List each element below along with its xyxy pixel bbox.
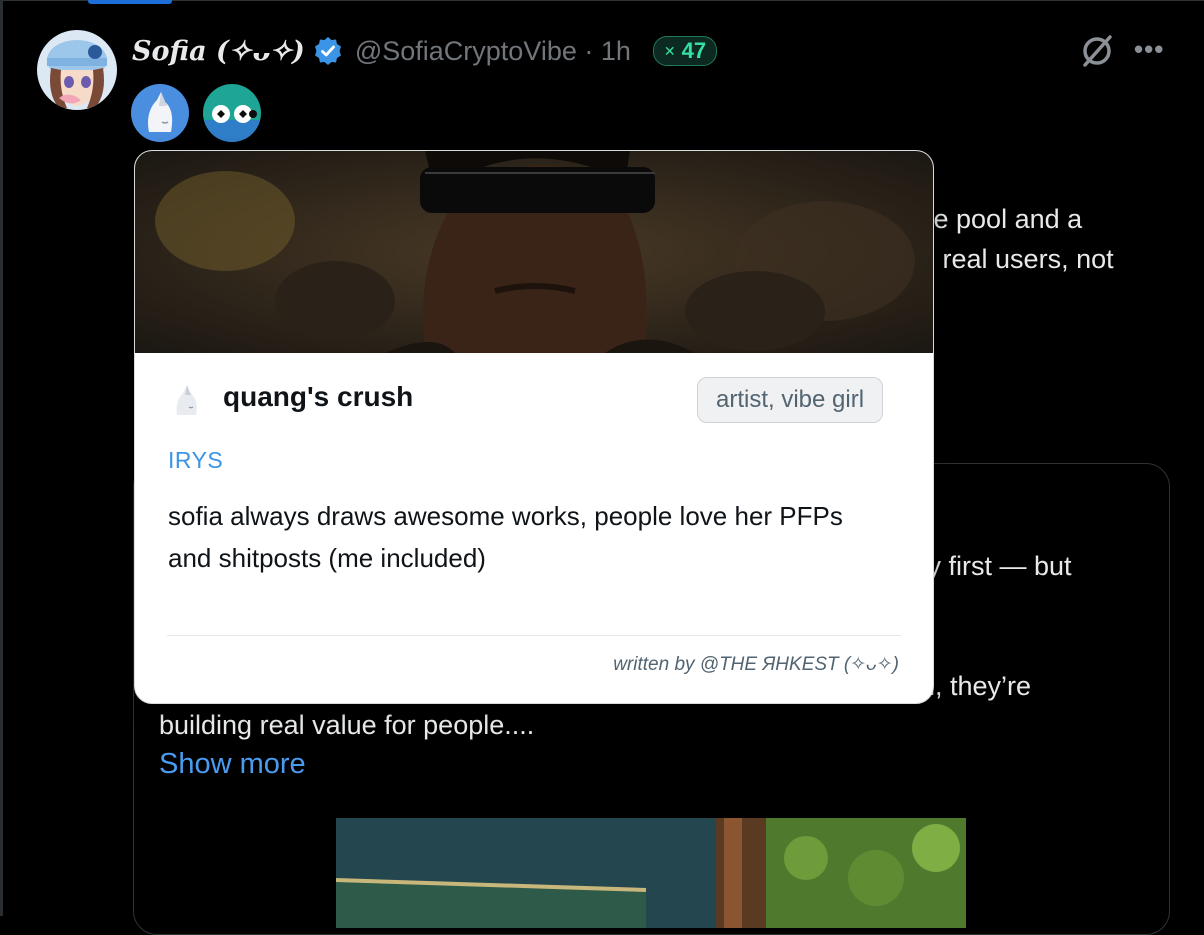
tweet-text-line: d real users, not	[920, 244, 1114, 274]
author-name-row: Sofia (✧ᴗ✧) @SofiaCryptoVibe · 1h ✕ 47	[132, 30, 718, 72]
author-avatar[interactable]	[37, 30, 117, 110]
x-logo-icon: ✕	[663, 42, 676, 59]
blocked-slash-icon[interactable]	[1079, 33, 1115, 69]
more-dots-icon[interactable]: •••	[1134, 34, 1164, 65]
author-display-name[interactable]: Sofia (✧ᴗ✧)	[132, 36, 305, 67]
score-badge[interactable]: ✕ 47	[652, 36, 718, 66]
quote-text-line: ty first — but	[920, 551, 1072, 581]
quote-text-line: building real value for people....	[159, 710, 535, 740]
popup-title: quang's crush	[223, 381, 414, 412]
popup-banner-image	[135, 151, 933, 353]
active-tab-indicator	[88, 0, 172, 4]
tweet-text-line: ve pool and a	[920, 204, 1083, 234]
score-value: 47	[681, 38, 707, 63]
popup-divider	[167, 635, 901, 636]
author-handle-time[interactable]: @SofiaCryptoVibe · 1h	[355, 36, 631, 67]
popup-description: sofia always draws awesome works, people…	[168, 501, 843, 573]
quote-text-line: h, they’re	[920, 671, 1032, 701]
left-border	[0, 0, 3, 916]
verified-badge-icon	[313, 36, 343, 66]
community-badge-eyes[interactable]	[203, 84, 261, 142]
popup-tag-pill: artist, vibe girl	[697, 377, 884, 423]
popup-project-label[interactable]: IRYS	[168, 447, 223, 474]
quoted-media-image[interactable]	[336, 818, 966, 928]
popup-author-credit: written by @THE ЯHKEST (✧ᴗ✧)	[613, 654, 899, 675]
fox-badge-icon	[169, 381, 209, 421]
profile-note-popup: quang's crush artist, vibe girl IRYS sof…	[134, 150, 934, 704]
community-badge-fox[interactable]	[131, 84, 189, 142]
show-more-link[interactable]: Show more	[159, 748, 306, 781]
top-divider	[0, 0, 1204, 1]
